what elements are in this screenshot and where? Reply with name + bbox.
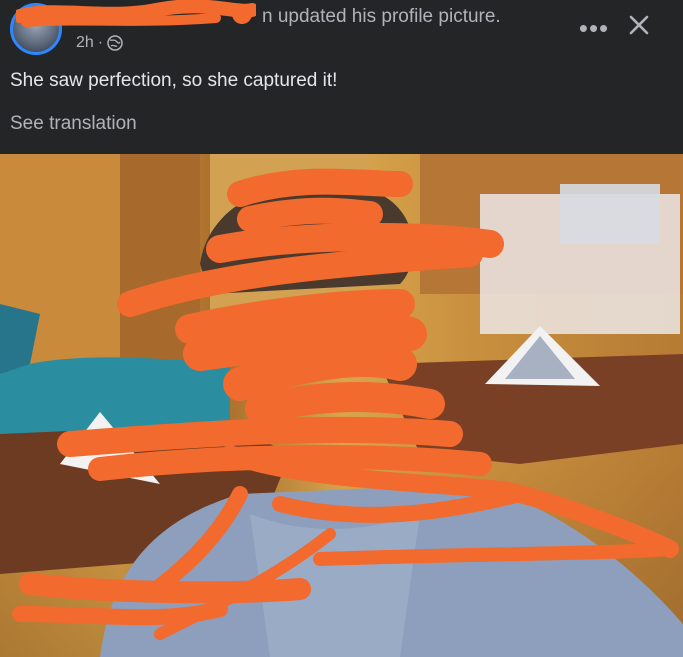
more-options-button[interactable]: •••	[576, 12, 612, 43]
globe-icon	[107, 35, 123, 51]
photo-scene	[0, 154, 683, 657]
post-time[interactable]: 2h	[76, 34, 94, 52]
dot-separator: ·	[97, 34, 104, 51]
close-button[interactable]	[622, 10, 656, 44]
post-timestamp-row: 2h ·	[76, 34, 123, 52]
post-meta-text: n updated his profile picture.	[262, 6, 501, 27]
post-card: n updated his profile picture. 2h · •••	[0, 0, 683, 657]
close-icon	[628, 14, 650, 41]
see-translation-link[interactable]: See translation	[10, 113, 137, 135]
redacted-author-name	[16, 0, 256, 27]
profile-photo[interactable]	[0, 154, 683, 657]
more-horizontal-icon: •••	[578, 12, 610, 43]
post-caption: She saw perfection, so she captured it!	[10, 70, 338, 91]
post-header: n updated his profile picture. 2h · •••	[0, 0, 683, 150]
